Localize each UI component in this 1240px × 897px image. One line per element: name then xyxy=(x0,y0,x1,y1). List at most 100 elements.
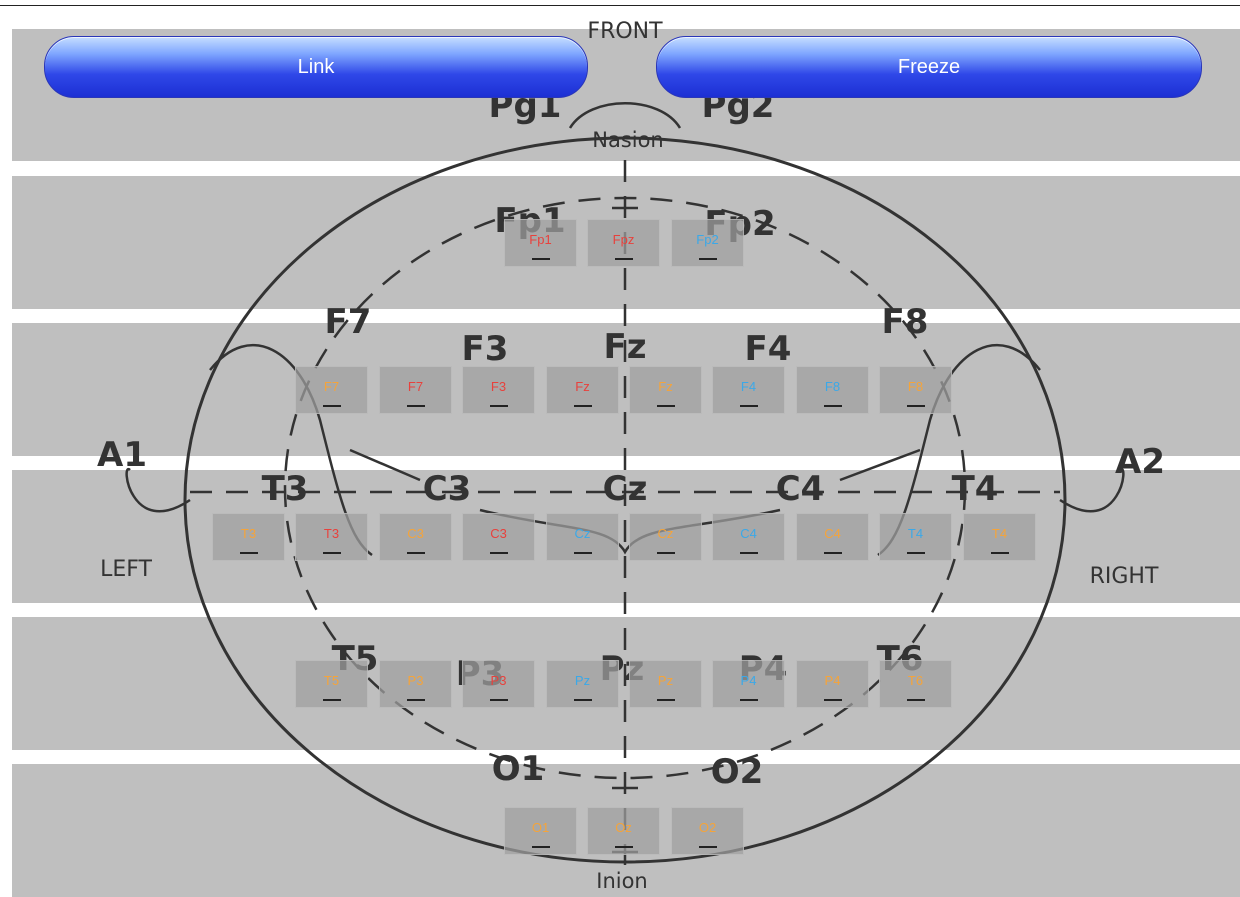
electrode-label: T3 xyxy=(240,526,257,541)
electrode-label: P3 xyxy=(407,673,424,688)
electrode-cell[interactable]: P4 xyxy=(712,660,785,708)
electrode-label: T4 xyxy=(991,526,1008,541)
dash-indicator xyxy=(615,258,633,260)
dash-indicator xyxy=(490,405,508,407)
electrode-cell[interactable]: P4 xyxy=(796,660,869,708)
dash-indicator xyxy=(407,405,425,407)
dash-indicator xyxy=(991,552,1009,554)
label-a2: A2 xyxy=(1115,442,1165,482)
electrode-label: Pz xyxy=(574,673,591,688)
electrode-cell[interactable]: Cz xyxy=(629,513,702,561)
link-button[interactable]: Link xyxy=(44,36,588,98)
electrode-cell[interactable]: C3 xyxy=(379,513,452,561)
label-f7: F7 xyxy=(325,302,372,342)
electrode-cell[interactable]: F7 xyxy=(379,366,452,414)
label-cz: Cz xyxy=(603,469,648,509)
label-right: RIGHT xyxy=(1090,564,1159,589)
dash-indicator xyxy=(490,699,508,701)
electrode-label: F8 xyxy=(907,379,924,394)
electrode-cell[interactable]: F8 xyxy=(879,366,952,414)
electrode-cell[interactable]: C4 xyxy=(712,513,785,561)
electrode-cell[interactable]: T4 xyxy=(879,513,952,561)
electrode-label: O1 xyxy=(531,820,550,835)
electrode-cell[interactable]: T5 xyxy=(295,660,368,708)
electrode-label: Fz xyxy=(658,379,673,394)
electrode-cell[interactable]: Cz xyxy=(546,513,619,561)
dash-indicator xyxy=(532,846,550,848)
electrode-cell[interactable]: P3 xyxy=(379,660,452,708)
electrode-label: P4 xyxy=(824,673,841,688)
electrode-cell[interactable]: T3 xyxy=(295,513,368,561)
electrode-label: C4 xyxy=(824,526,841,541)
eeg-head-diagram: FRONT Nasion Inion LEFT RIGHT Pg1 Pg2 Fp… xyxy=(97,19,1165,893)
label-o2: O2 xyxy=(711,752,764,792)
dash-indicator xyxy=(907,699,925,701)
label-f4: F4 xyxy=(745,329,792,369)
electrode-label: C3 xyxy=(490,526,507,541)
electrode-label: F4 xyxy=(740,379,757,394)
electrode-cell[interactable]: P3 xyxy=(462,660,535,708)
electrode-label: T3 xyxy=(323,526,340,541)
electrode-label: T5 xyxy=(323,673,340,688)
electrode-cell[interactable]: Fz xyxy=(629,366,702,414)
dash-indicator xyxy=(657,405,675,407)
dash-indicator xyxy=(699,846,717,848)
label-t4: T4 xyxy=(952,469,999,509)
electrode-cell[interactable]: Fp1 xyxy=(504,219,577,267)
electrode-cell[interactable]: Oz xyxy=(587,807,660,855)
electrode-label: Fp2 xyxy=(696,232,719,247)
electrode-label: F7 xyxy=(323,379,340,394)
electrode-label: Cz xyxy=(657,526,674,541)
electrode-cell[interactable]: C3 xyxy=(462,513,535,561)
electrode-cell[interactable]: T4 xyxy=(963,513,1036,561)
label-t3: T3 xyxy=(262,469,309,509)
electrode-cell[interactable]: Pz xyxy=(546,660,619,708)
electrode-label: T6 xyxy=(907,673,924,688)
electrode-cell[interactable]: F8 xyxy=(796,366,869,414)
label-f3: F3 xyxy=(462,329,509,369)
electrode-label: Fpz xyxy=(612,232,635,247)
electrode-cell[interactable]: C4 xyxy=(796,513,869,561)
electrode-label: F8 xyxy=(824,379,841,394)
dash-indicator xyxy=(824,699,842,701)
label-f8: F8 xyxy=(882,302,929,342)
dash-indicator xyxy=(323,699,341,701)
electrode-cell[interactable]: F7 xyxy=(295,366,368,414)
electrode-label: F7 xyxy=(407,379,424,394)
label-inion: Inion xyxy=(596,869,648,893)
dash-indicator xyxy=(907,405,925,407)
dash-indicator xyxy=(574,699,592,701)
dash-indicator xyxy=(532,258,550,260)
label-c4: C4 xyxy=(776,469,825,509)
electrode-label: Pz xyxy=(657,673,674,688)
electrode-cell[interactable]: Pz xyxy=(629,660,702,708)
electrode-label: Cz xyxy=(574,526,591,541)
dash-indicator xyxy=(323,405,341,407)
electrode-cell[interactable]: F3 xyxy=(462,366,535,414)
dash-indicator xyxy=(490,552,508,554)
electrode-cell[interactable]: O2 xyxy=(671,807,744,855)
dash-indicator xyxy=(740,699,758,701)
electrode-cell[interactable]: F4 xyxy=(712,366,785,414)
label-o1: O1 xyxy=(492,749,545,789)
dash-indicator xyxy=(574,552,592,554)
electrode-cell[interactable]: Fp2 xyxy=(671,219,744,267)
electrode-cell[interactable]: T6 xyxy=(879,660,952,708)
label-left: LEFT xyxy=(100,557,152,582)
electrode-cell[interactable]: O1 xyxy=(504,807,577,855)
electrode-cell[interactable]: Fz xyxy=(546,366,619,414)
electrode-label: Oz xyxy=(615,820,632,835)
dash-indicator xyxy=(824,552,842,554)
label-fz: Fz xyxy=(603,327,646,367)
label-front: FRONT xyxy=(587,19,663,44)
electrode-label: Fz xyxy=(575,379,590,394)
dash-indicator xyxy=(657,552,675,554)
electrode-label: Fp1 xyxy=(529,232,552,247)
electrode-label: F3 xyxy=(490,379,507,394)
electrode-cell[interactable]: Fpz xyxy=(587,219,660,267)
electrode-label: T4 xyxy=(907,526,924,541)
electrode-label: C3 xyxy=(407,526,424,541)
electrode-cell[interactable]: T3 xyxy=(212,513,285,561)
freeze-button[interactable]: Freeze xyxy=(656,36,1202,98)
dash-indicator xyxy=(907,552,925,554)
